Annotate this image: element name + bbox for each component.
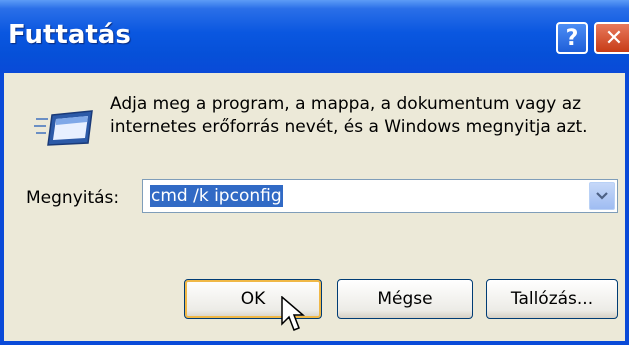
browse-label: Tallózás... (510, 289, 594, 309)
dialog-description: Adja meg a program, a mappa, a dokumentu… (110, 94, 588, 137)
title-bar[interactable]: Futtatás ? ✕ (0, 0, 629, 73)
run-dialog: Futtatás ? ✕ Adja meg a program, a mappa… (0, 0, 629, 345)
mouse-pointer-icon (281, 296, 305, 331)
dropdown-button[interactable] (589, 182, 615, 210)
open-input[interactable]: cmd /k ipconfig (150, 185, 283, 207)
open-combobox[interactable]: cmd /k ipconfig (142, 179, 618, 213)
run-dialog-icon (34, 110, 93, 146)
chevron-down-icon (596, 192, 608, 200)
help-button[interactable]: ? (556, 22, 588, 54)
window-title: Futtatás (8, 20, 131, 50)
ok-label: OK (240, 289, 266, 309)
close-button[interactable]: ✕ (594, 22, 629, 54)
cancel-label: Mégse (377, 289, 433, 309)
close-icon: ✕ (604, 25, 624, 51)
cancel-button[interactable]: Mégse (337, 279, 473, 319)
open-label: Megnyitás: (26, 188, 120, 208)
browse-button[interactable]: Tallózás... (486, 279, 618, 319)
help-icon: ? (565, 25, 579, 51)
